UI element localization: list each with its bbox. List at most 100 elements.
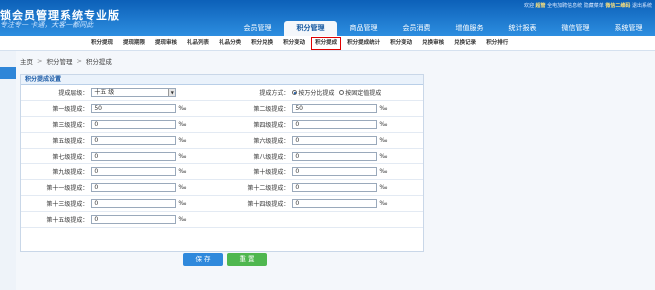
panel-title: 积分提成设置 [21, 75, 423, 85]
main-nav-item[interactable]: 商品管理 [337, 21, 390, 36]
permille-unit: ‰ [379, 105, 388, 113]
breadcrumb-sep: > [76, 57, 82, 65]
form-row: 第十五级提成： 0 ‰ [21, 211, 423, 228]
level-commission-input[interactable]: 0 [91, 167, 177, 177]
main-nav-item[interactable]: 会员消费 [390, 21, 443, 36]
sub-nav-item[interactable]: 提现审核 [150, 36, 182, 51]
permille-unit: ‰ [178, 120, 187, 128]
sub-nav-item[interactable]: 积分提现 [86, 36, 118, 51]
permille-unit: ‰ [178, 152, 187, 160]
main-nav-item[interactable]: 微信管理 [549, 21, 602, 36]
permille-unit: ‰ [379, 136, 388, 144]
level-commission-label: 第二级提成： [221, 100, 293, 118]
user-info-bar: 欢迎 超管 全电加聘信息统 隐藏菜单 微信二维码 退出系统 [524, 2, 652, 9]
main-nav: 会员管理 积分管理 商品管理 会员消费 增值服务 统计报表 微信管理 系统管理 [231, 21, 655, 36]
level-commission-input[interactable]: 0 [91, 198, 177, 208]
level-commission-label: 第六级提成： [221, 132, 293, 149]
permille-unit: ‰ [178, 168, 187, 176]
sidebar [0, 51, 16, 290]
welcome-text: 欢迎 [523, 3, 534, 9]
app-slogan: 专注专一 卡通，大客一都同此 [0, 21, 94, 29]
reset-button[interactable]: 重 置 [227, 253, 267, 266]
radio-method-percent[interactable] [292, 90, 298, 96]
level-commission-input[interactable]: 0 [91, 119, 177, 129]
permille-unit: ‰ [379, 120, 388, 128]
level-commission-input[interactable]: 0 [292, 151, 378, 161]
main-nav-item[interactable]: 统计报表 [496, 21, 549, 36]
sub-nav-item[interactable]: 礼品分类 [214, 36, 246, 51]
main-nav-item[interactable]: 积分管理 [284, 21, 337, 36]
level-commission-input[interactable]: 0 [292, 183, 378, 193]
level-commission-input[interactable]: 0 [91, 151, 177, 161]
wechat-qr-link[interactable]: 微信二维码 [605, 3, 630, 9]
main-nav-item[interactable]: 会员管理 [231, 21, 284, 36]
form-row: 第五级提成： 0 ‰ 第六级提成： 0 ‰ [21, 132, 423, 149]
permille-unit: ‰ [178, 136, 187, 144]
sub-nav-item[interactable]: 提现期限 [118, 36, 150, 51]
breadcrumb-home[interactable]: 主页 [20, 56, 33, 66]
level-commission-input[interactable]: 0 [91, 214, 177, 224]
method-label: 提成方式： [221, 85, 293, 102]
level-commission-input[interactable]: 50 [292, 104, 378, 114]
breadcrumb-current: 积分提成 [85, 58, 112, 66]
form-actions: 保 存 重 置 [183, 253, 267, 266]
sub-nav-item[interactable]: 积分兑换 [246, 36, 278, 51]
form-row: 第三级提成： 0 ‰ 第四级提成： 0 ‰ [21, 116, 423, 133]
level-commission-input[interactable]: 0 [292, 119, 378, 129]
level-commission-label: 第十二级提成： [221, 179, 293, 197]
level-commission-input[interactable]: 0 [292, 135, 378, 145]
main-nav-item[interactable]: 系统管理 [602, 21, 655, 36]
level-select[interactable]: 十五 级 ▼ [91, 88, 177, 98]
level-commission-label: 第十级提成： [221, 163, 293, 181]
level-commission-input[interactable]: 50 [91, 104, 177, 114]
level-commission-input[interactable]: 0 [91, 183, 177, 193]
breadcrumb-module[interactable]: 积分管理 [46, 56, 72, 66]
permille-unit: ‰ [379, 184, 388, 192]
main-nav-item[interactable]: 增值服务 [443, 21, 496, 36]
logout-link[interactable]: 退出系统 [632, 3, 652, 9]
sub-nav-item[interactable]: 积分变动 [278, 36, 310, 51]
level-commission-label: 第四级提成： [221, 116, 293, 133]
chevron-down-icon: ▼ [168, 89, 176, 97]
level-commission-label: 第十一级提成： [21, 179, 92, 197]
radio-method-fixed[interactable] [339, 90, 345, 96]
permille-unit: ‰ [379, 152, 388, 160]
sub-nav-item[interactable]: 积分变动 [385, 36, 417, 51]
level-commission-input[interactable]: 0 [91, 135, 177, 145]
user-name[interactable]: 超管 [536, 3, 546, 9]
sub-nav-item[interactable]: 兑换审核 [417, 36, 449, 51]
breadcrumb-sep: > [37, 57, 43, 65]
permille-unit: ‰ [178, 105, 187, 113]
permille-unit: ‰ [178, 215, 187, 223]
form-row: 第一级提成： 50 ‰ 第二级提成： 50 ‰ [21, 100, 423, 118]
permille-unit: ‰ [379, 199, 388, 207]
permille-unit: ‰ [178, 199, 187, 207]
sub-nav-item[interactable]: 礼品列表 [182, 36, 214, 51]
form-row: 第九级提成： 0 ‰ 第十级提成： 0 ‰ [21, 163, 423, 181]
level-commission-label: 第五级提成： [21, 132, 92, 149]
level-commission-label: 第十五级提成： [21, 211, 92, 228]
level-commission-label: 第八级提成： [221, 148, 293, 165]
sub-nav-item[interactable]: 积分提成 [310, 36, 342, 51]
level-commission-label: 第三级提成： [21, 116, 92, 133]
level-commission-input[interactable]: 0 [292, 167, 378, 177]
level-commission-input[interactable]: 0 [292, 198, 378, 208]
sub-nav-item[interactable]: 兑换记录 [449, 36, 481, 51]
top-header: 锁会员管理系统专业版 专注专一 卡通，大客一都同此 欢迎 超管 全电加聘信息统 … [0, 0, 655, 36]
hide-menu-link[interactable]: 隐藏菜单 [584, 3, 604, 9]
breadcrumb: 主页 > 积分管理 > 积分提成 [20, 56, 112, 66]
level-commission-label: 第十三级提成： [21, 195, 92, 212]
sidebar-toggle[interactable] [0, 67, 16, 79]
level-label: 提成层级： [21, 85, 92, 102]
sub-nav-item[interactable]: 积分排行 [481, 36, 513, 51]
level-commission-label: 第十四级提成： [221, 195, 293, 212]
sub-nav-item[interactable]: 积分提成统计 [342, 36, 385, 51]
level-commission-label: 第一级提成： [21, 100, 92, 118]
form-row-settings: 提成层级： 十五 级 ▼ 提成方式： 按万分比提成 按固定值提成 [21, 85, 423, 102]
save-button[interactable]: 保 存 [183, 253, 223, 266]
top-link-0[interactable]: 全电加聘信息统 [547, 3, 582, 9]
permille-unit: ‰ [178, 184, 187, 192]
level-commission-label: 第七级提成： [21, 148, 92, 165]
method-option-label: 按固定值提成 [345, 90, 382, 98]
commission-settings-panel: 积分提成设置 提成层级： 十五 级 ▼ 提成方式： 按万分比提成 按固定值提成 第… [20, 74, 424, 252]
